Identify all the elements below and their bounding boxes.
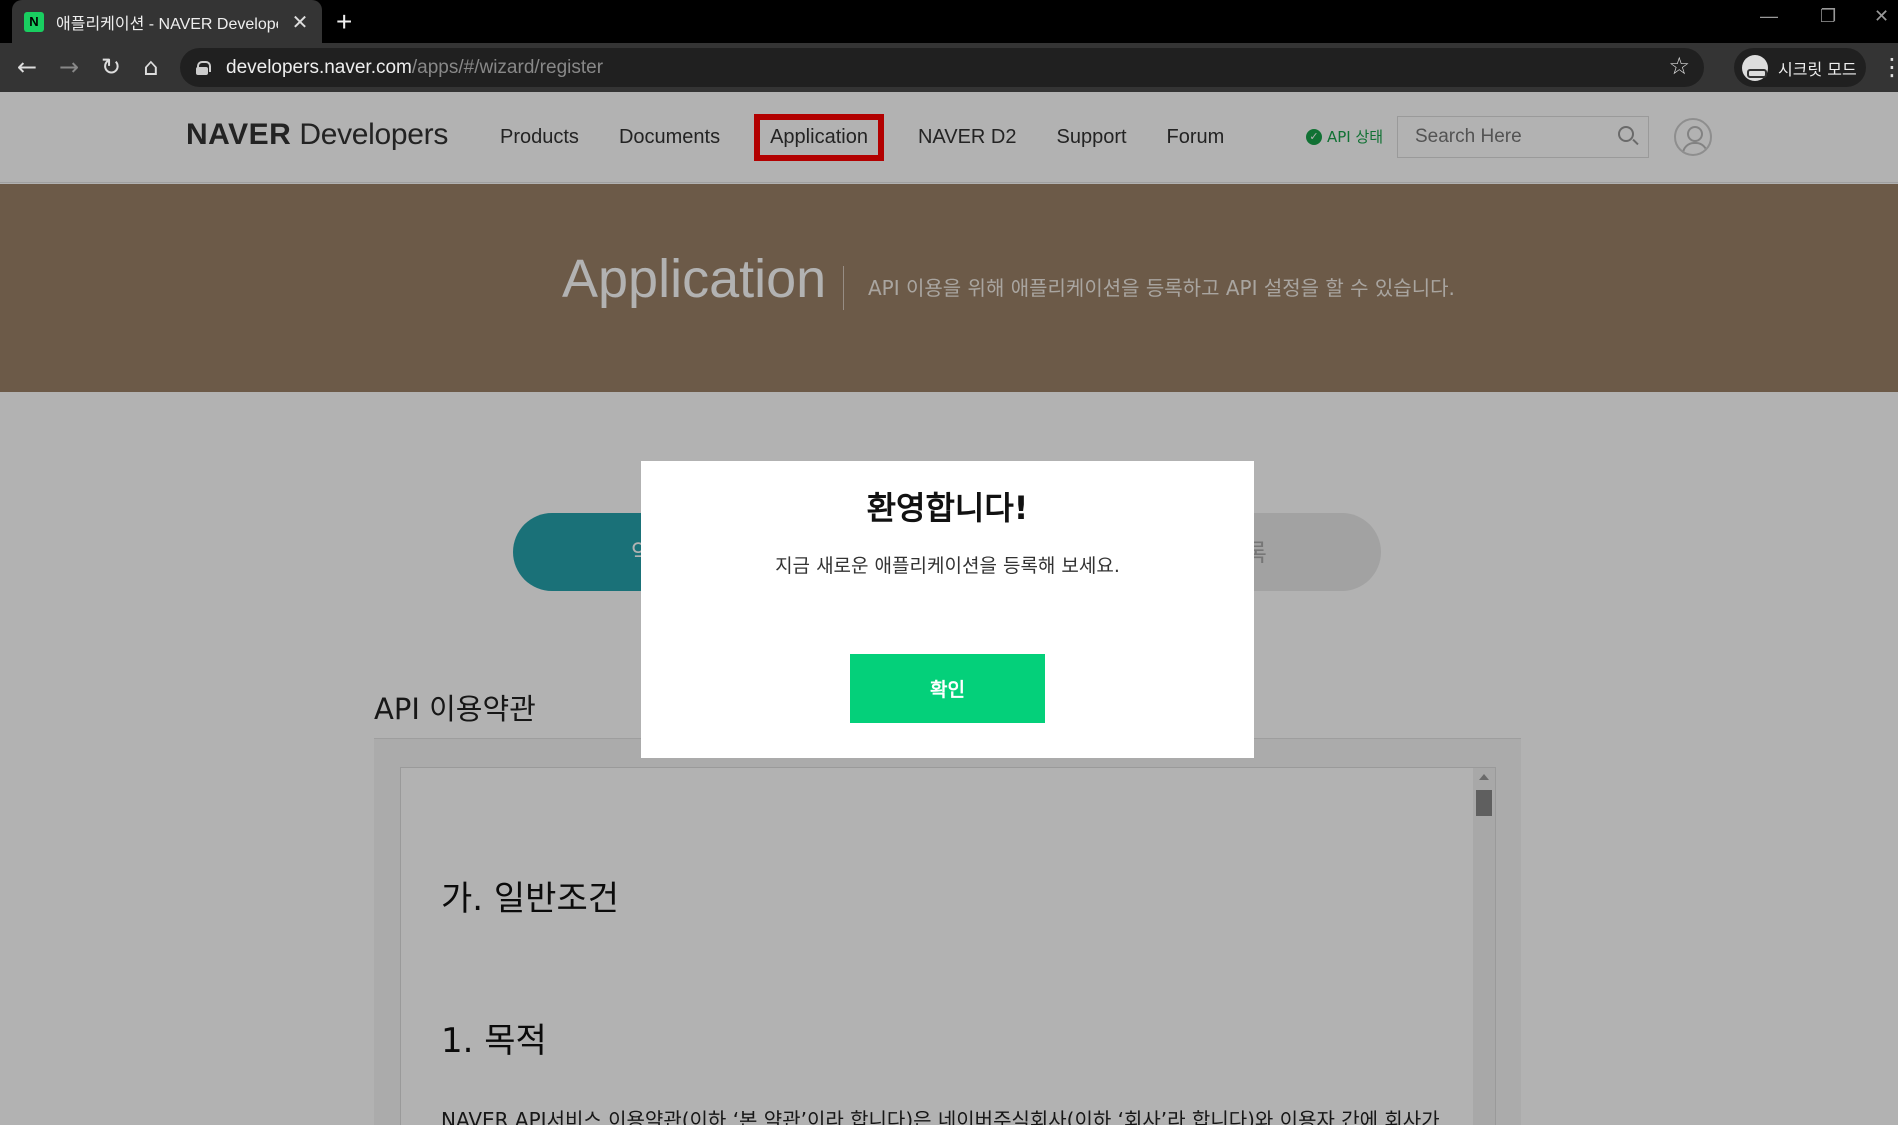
browser-toolbar: ← → ↻ ⌂ developers.naver.com/apps/#/wiza… bbox=[0, 43, 1898, 92]
url-host: developers.naver.com bbox=[226, 56, 412, 78]
browser-tab[interactable]: N 애플리케이션 - NAVER Developers ✕ bbox=[12, 0, 322, 43]
address-bar[interactable]: developers.naver.com/apps/#/wizard/regis… bbox=[180, 48, 1704, 87]
minimize-icon[interactable]: — bbox=[1760, 6, 1778, 27]
incognito-label: 시크릿 모드 bbox=[1778, 59, 1857, 79]
bookmark-star-icon[interactable]: ☆ bbox=[1668, 52, 1690, 80]
url-text: developers.naver.com/apps/#/wizard/regis… bbox=[226, 57, 603, 79]
tab-close-icon[interactable]: ✕ bbox=[290, 10, 310, 34]
incognito-icon bbox=[1742, 54, 1768, 81]
forward-icon[interactable]: → bbox=[54, 53, 84, 81]
browser-tab-bar: N 애플리케이션 - NAVER Developers ✕ + — ❐ ✕ bbox=[0, 0, 1898, 43]
welcome-modal: 환영합니다! 지금 새로운 애플리케이션을 등록해 보세요. 확인 bbox=[641, 461, 1254, 758]
restore-icon[interactable]: ❐ bbox=[1820, 6, 1836, 27]
browser-menu-icon[interactable]: ⋮ bbox=[1880, 53, 1898, 81]
window-close-icon[interactable]: ✕ bbox=[1874, 6, 1889, 27]
modal-title: 환영합니다! bbox=[866, 489, 1029, 527]
lock-icon bbox=[196, 60, 211, 75]
incognito-indicator[interactable]: 시크릿 모드 bbox=[1734, 48, 1866, 87]
reload-icon[interactable]: ↻ bbox=[96, 53, 126, 81]
new-tab-icon[interactable]: + bbox=[336, 6, 352, 38]
back-icon[interactable]: ← bbox=[12, 53, 42, 81]
confirm-button[interactable]: 확인 bbox=[850, 654, 1045, 723]
modal-description: 지금 새로운 애플리케이션을 등록해 보세요. bbox=[775, 555, 1120, 577]
naver-favicon-icon: N bbox=[24, 11, 44, 32]
url-path: /apps/#/wizard/register bbox=[411, 56, 604, 78]
page-content: NAVER Developers Products Documents Appl… bbox=[0, 92, 1898, 1125]
tab-title: 애플리케이션 - NAVER Developers bbox=[56, 15, 278, 33]
home-icon[interactable]: ⌂ bbox=[136, 53, 166, 81]
